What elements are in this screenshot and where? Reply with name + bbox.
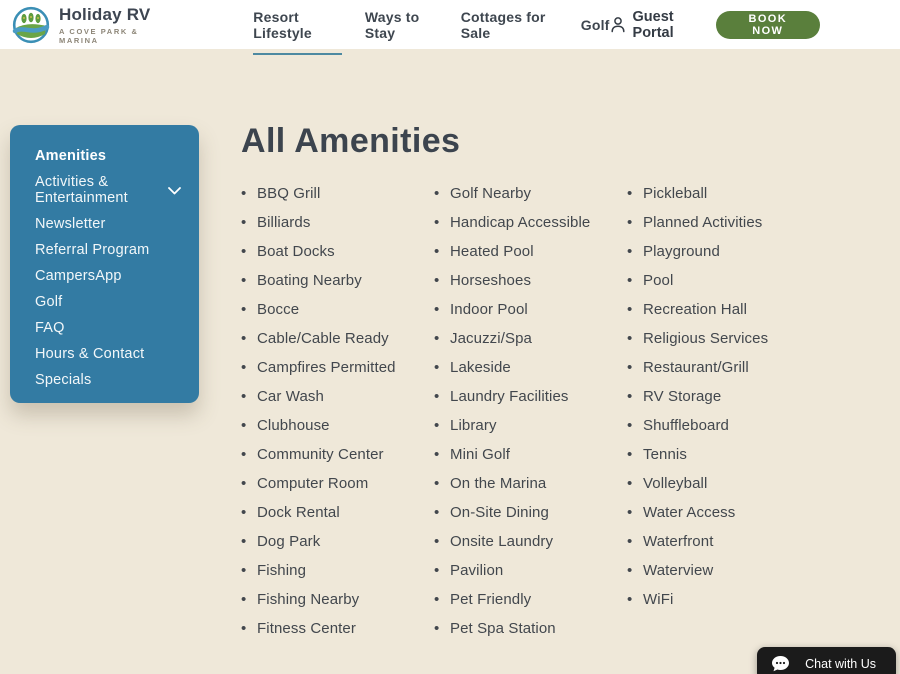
list-item: On-Site Dining <box>434 505 627 521</box>
main-nav: Resort Lifestyle Ways to Stay Cottages for… <box>253 0 609 55</box>
list-item: RV Storage <box>627 389 820 405</box>
list-item: Heated Pool <box>434 244 627 260</box>
sidebar-item-activities-entertainment[interactable]: Activities & Entertainment <box>35 175 181 206</box>
list-item: Onsite Laundry <box>434 534 627 550</box>
sidebar-item-label: FAQ <box>35 321 65 337</box>
list-item: Religious Services <box>627 331 820 347</box>
list-item: Pickleball <box>627 186 820 202</box>
list-item: Computer Room <box>241 476 434 492</box>
brand-tagline: A COVE PARK & MARINA <box>59 27 158 45</box>
list-item: Jacuzzi/Spa <box>434 331 627 347</box>
list-item: Shuffleboard <box>627 418 820 434</box>
chevron-down-icon <box>168 187 181 195</box>
list-item: Handicap Accessible <box>434 215 627 231</box>
list-item: Planned Activities <box>627 215 820 231</box>
list-item: Campfires Permitted <box>241 360 434 376</box>
list-item: Waterfront <box>627 534 820 550</box>
sidebar-item-campersapp[interactable]: CampersApp <box>35 269 181 285</box>
sidebar-item-label: Golf <box>35 295 62 311</box>
book-now-button[interactable]: BOOK NOW <box>716 11 820 39</box>
amenities-column-3: Pickleball Planned Activities Playground Po… <box>627 186 820 650</box>
list-item: Clubhouse <box>241 418 434 434</box>
sidebar-item-label: Activities & Entertainment <box>35 175 160 206</box>
sidebar-item-golf[interactable]: Golf <box>35 295 181 311</box>
list-item: Indoor Pool <box>434 302 627 318</box>
sidebar-item-label: Hours & Contact <box>35 347 144 363</box>
nav-item-cottages-for-sale[interactable]: Cottages for Sale <box>461 0 558 55</box>
guest-portal-link[interactable]: Guest Portal <box>610 9 699 41</box>
chat-with-us-button[interactable]: Chat with Us <box>757 647 896 674</box>
amenities-column-2: Golf Nearby Handicap Accessible Heated Poo… <box>434 186 627 650</box>
list-item: Bocce <box>241 302 434 318</box>
sidebar-item-hours-contact[interactable]: Hours & Contact <box>35 347 181 363</box>
list-item: On the Marina <box>434 476 627 492</box>
nav-item-resort-lifestyle[interactable]: Resort Lifestyle <box>253 0 342 55</box>
list-item: Laundry Facilities <box>434 389 627 405</box>
list-item: Restaurant/Grill <box>627 360 820 376</box>
list-item: Pool <box>627 273 820 289</box>
amenities-sidebar: Amenities Activities & Entertainment Newsl… <box>10 125 199 403</box>
logo-icon <box>12 6 50 44</box>
list-item: Mini Golf <box>434 447 627 463</box>
list-item: Fitness Center <box>241 621 434 637</box>
list-item: Volleyball <box>627 476 820 492</box>
chat-label: Chat with Us <box>805 657 876 671</box>
header-right: Guest Portal BOOK NOW <box>610 9 820 41</box>
list-item: Dock Rental <box>241 505 434 521</box>
list-item: Pet Friendly <box>434 592 627 608</box>
list-item: Pet Spa Station <box>434 621 627 637</box>
list-item: Car Wash <box>241 389 434 405</box>
sidebar-item-referral-program[interactable]: Referral Program <box>35 243 181 259</box>
list-item: Horseshoes <box>434 273 627 289</box>
main-content: All Amenities BBQ Grill Billiards Boat Doc… <box>241 49 820 650</box>
chat-bubble-icon <box>771 655 790 673</box>
amenity-list: BBQ Grill Billiards Boat Docks Boating Near… <box>241 186 820 650</box>
brand-name: Holiday RV <box>59 5 158 25</box>
list-item: Tennis <box>627 447 820 463</box>
sidebar-item-label: Amenities <box>35 149 106 165</box>
logo-text: Holiday RV A COVE PARK & MARINA <box>59 5 158 45</box>
sidebar-item-faq[interactable]: FAQ <box>35 321 181 337</box>
nav-item-golf[interactable]: Golf <box>581 3 610 47</box>
sidebar-item-label: Referral Program <box>35 243 149 259</box>
sidebar-item-label: CampersApp <box>35 269 122 285</box>
list-item: Cable/Cable Ready <box>241 331 434 347</box>
list-item: Boat Docks <box>241 244 434 260</box>
list-item: Community Center <box>241 447 434 463</box>
list-item: Lakeside <box>434 360 627 376</box>
guest-portal-label: Guest Portal <box>633 9 699 41</box>
list-item: WiFi <box>627 592 820 608</box>
content-area: Amenities Activities & Entertainment Newsl… <box>0 49 900 650</box>
sidebar-item-newsletter[interactable]: Newsletter <box>35 217 181 233</box>
list-item: BBQ Grill <box>241 186 434 202</box>
list-item: Playground <box>627 244 820 260</box>
sidebar-item-label: Newsletter <box>35 217 106 233</box>
user-icon <box>610 16 626 33</box>
list-item: Dog Park <box>241 534 434 550</box>
list-item: Waterview <box>627 563 820 579</box>
list-item: Water Access <box>627 505 820 521</box>
list-item: Boating Nearby <box>241 273 434 289</box>
nav-item-ways-to-stay[interactable]: Ways to Stay <box>365 0 438 55</box>
amenities-column-1: BBQ Grill Billiards Boat Docks Boating Near… <box>241 186 434 650</box>
list-item: Billiards <box>241 215 434 231</box>
site-header: Holiday RV A COVE PARK & MARINA Resort L… <box>0 0 900 49</box>
list-item: Fishing Nearby <box>241 592 434 608</box>
sidebar-item-label: Specials <box>35 373 91 389</box>
logo[interactable]: Holiday RV A COVE PARK & MARINA <box>12 5 158 45</box>
list-item: Recreation Hall <box>627 302 820 318</box>
sidebar-item-specials[interactable]: Specials <box>35 373 181 389</box>
list-item: Fishing <box>241 563 434 579</box>
list-item: Golf Nearby <box>434 186 627 202</box>
list-item: Library <box>434 418 627 434</box>
page-title: All Amenities <box>241 121 820 161</box>
sidebar-item-amenities[interactable]: Amenities <box>35 149 181 165</box>
list-item: Pavilion <box>434 563 627 579</box>
